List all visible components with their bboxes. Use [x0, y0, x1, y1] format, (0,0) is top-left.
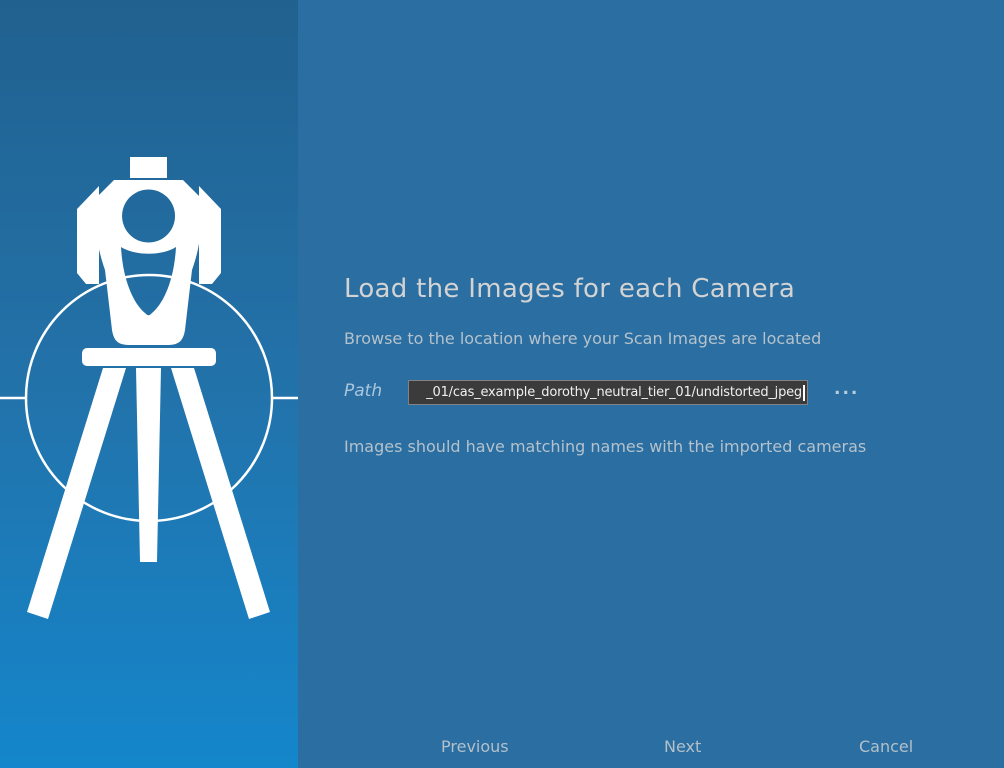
import-wizard-window: Load the Images for each Camera Browse t… [0, 0, 1004, 768]
previous-button[interactable]: Previous [437, 735, 513, 758]
next-button[interactable]: Next [660, 735, 705, 758]
path-input-value: _01/cas_example_dorothy_neutral_tier_01/… [426, 385, 802, 400]
info-text: Images should have matching names with t… [344, 437, 867, 456]
subtitle-text: Browse to the location where your Scan I… [344, 329, 822, 348]
path-input[interactable]: _01/cas_example_dorothy_neutral_tier_01/… [408, 380, 808, 405]
cancel-button[interactable]: Cancel [855, 735, 917, 758]
text-caret-icon [803, 384, 805, 401]
wizard-side-panel [0, 0, 298, 768]
total-station-scanner-icon [0, 157, 298, 619]
browse-ellipsis-button[interactable]: ... [830, 379, 863, 400]
page-title: Load the Images for each Camera [344, 274, 796, 304]
path-label: Path [344, 381, 383, 401]
